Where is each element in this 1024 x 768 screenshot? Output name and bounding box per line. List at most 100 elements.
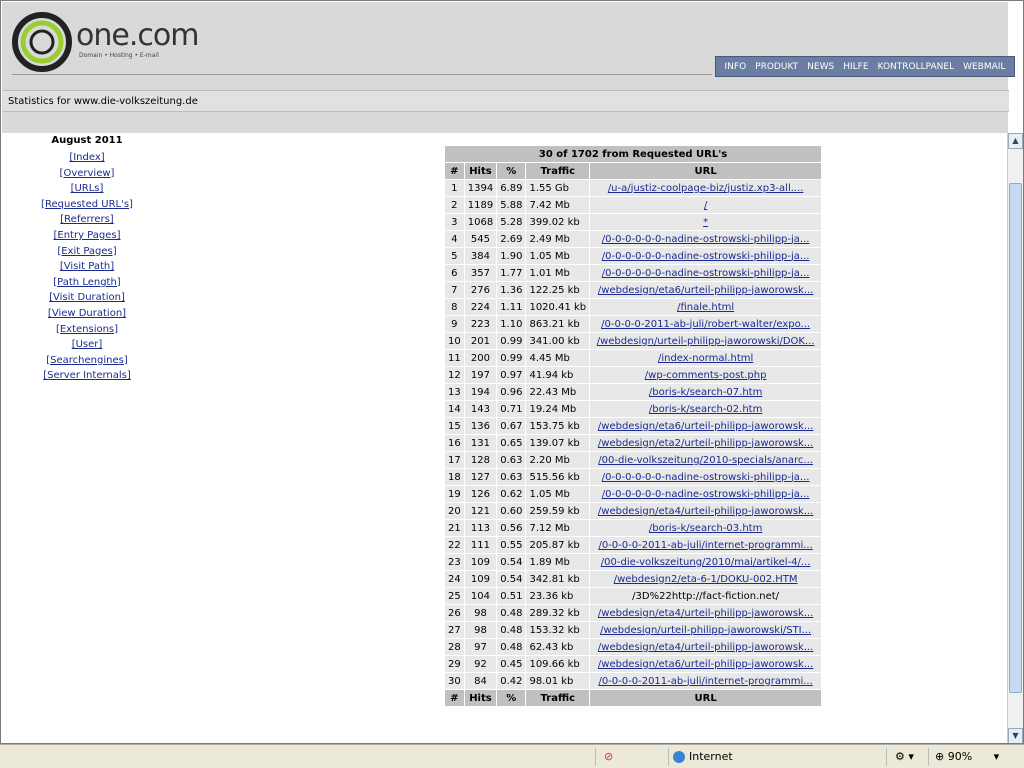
url-link[interactable]: /0-0-0-0-0-0-nadine-ostrowski-philipp-ja…: [602, 489, 810, 500]
requested-urls-table: 30 of 1702 from Requested URL's # Hits %…: [444, 145, 823, 707]
sidebar-link-entry-pages[interactable]: [Entry Pages]: [32, 228, 142, 244]
protected-mode-icon[interactable]: ⚙ ▾: [886, 748, 926, 766]
url-link[interactable]: /0-0-0-0-0-0-nadine-ostrowski-philipp-ja…: [602, 251, 810, 262]
nav-kontrollpanel[interactable]: KONTROLLPANEL: [878, 62, 955, 72]
table-row: 30 84 0.42 98.01 kb/0-0-0-0-2011-ab-juli/in…: [445, 673, 822, 689]
url-link[interactable]: /webdesign/eta2/urteil-philipp-jaworowsk…: [598, 438, 813, 449]
url-link[interactable]: /boris-k/search-03.htm: [649, 523, 762, 534]
url-link[interactable]: /webdesign/eta6/urteil-philipp-jaworowsk…: [598, 285, 813, 296]
cell-rank: 23: [445, 554, 464, 570]
cell-hits: 545: [464, 231, 497, 247]
brand-logo[interactable]: one.com Domain • Hosting • E-mail: [12, 12, 222, 72]
url-link[interactable]: /0-0-0-0-0-0-nadine-ostrowski-philipp-ja…: [602, 472, 810, 483]
nav-info[interactable]: INFO: [725, 62, 747, 72]
url-link[interactable]: /webdesign/urteil-philipp-jaworowski/STI…: [600, 625, 811, 636]
cell-traffic: 205.87 kb: [526, 537, 590, 553]
cell-hits: 84: [464, 673, 497, 689]
nav-news[interactable]: NEWS: [807, 62, 834, 72]
url-link[interactable]: /0-0-0-0-0-0-nadine-ostrowski-philipp-ja…: [602, 268, 810, 279]
cell-traffic: 259.59 kb: [526, 503, 590, 519]
cell-hits: 143: [464, 401, 497, 417]
cell-url: /: [590, 197, 822, 213]
sidebar-link-server-internals[interactable]: [Server Internals]: [32, 368, 142, 384]
cell-rank: 12: [445, 367, 464, 383]
scroll-down-icon[interactable]: ▼: [1008, 728, 1023, 743]
zoom-control[interactable]: ⊕ 90% ▾: [928, 748, 1022, 766]
cell-hits: 136: [464, 418, 497, 434]
sidebar-link-extensions[interactable]: [Extensions]: [32, 322, 142, 338]
table-row: 28 97 0.48 62.43 kb/webdesign/eta4/urteil-p…: [445, 639, 822, 655]
sidebar-link-view-duration[interactable]: [View Duration]: [32, 306, 142, 322]
col-header-traffic: Traffic: [526, 163, 590, 179]
sidebar-link-visit-duration[interactable]: [Visit Duration]: [32, 290, 142, 306]
url-link[interactable]: /00-die-volkszeitung/2010-specials/anarc…: [598, 455, 813, 466]
url-link[interactable]: /0-0-0-0-0-0-nadine-ostrowski-philipp-ja…: [602, 234, 810, 245]
url-link[interactable]: /0-0-0-0-2011-ab-juli/internet-programmi…: [598, 540, 812, 551]
url-link[interactable]: *: [703, 217, 708, 228]
cell-percent: 0.65: [497, 435, 526, 451]
url-link[interactable]: /webdesign/eta4/urteil-philipp-jaworowsk…: [598, 608, 813, 619]
url-link[interactable]: /0-0-0-0-2011-ab-juli/robert-walter/expo…: [601, 319, 810, 330]
cell-hits: 1068: [464, 214, 497, 230]
url-link[interactable]: /finale.html: [677, 302, 734, 313]
sidebar-link-searchengines[interactable]: [Searchengines]: [32, 353, 142, 369]
scroll-up-icon[interactable]: ▲: [1008, 133, 1023, 149]
sidebar-link-path-length[interactable]: [Path Length]: [32, 275, 142, 291]
url-link[interactable]: /boris-k/search-02.htm: [649, 404, 762, 415]
cell-url: /boris-k/search-02.htm: [590, 401, 822, 417]
table-row: 18 127 0.63 515.56 kb/0-0-0-0-0-0-nadine-os…: [445, 469, 822, 485]
cell-traffic: 23.36 kb: [526, 588, 590, 604]
url-link[interactable]: /webdesign/eta6/urteil-philipp-jaworowsk…: [598, 659, 813, 670]
url-link[interactable]: /webdesign/eta4/urteil-philipp-jaworowsk…: [598, 506, 813, 517]
url-link[interactable]: /wp-comments-post.php: [645, 370, 767, 381]
url-link[interactable]: /webdesign/eta6/urteil-philipp-jaworowsk…: [598, 421, 813, 432]
sidebar-link-requested-urls[interactable]: [Requested URL's]: [32, 197, 142, 213]
cell-traffic: 289.32 kb: [526, 605, 590, 621]
cell-percent: 0.67: [497, 418, 526, 434]
table-row: 13 194 0.96 22.43 Mb/boris-k/search-07.htm: [445, 384, 822, 400]
cell-hits: 276: [464, 282, 497, 298]
url-link[interactable]: /: [704, 200, 707, 211]
url-link[interactable]: /boris-k/search-07.htm: [649, 387, 762, 398]
sidebar-link-overview[interactable]: [Overview]: [32, 166, 142, 182]
sidebar-link-user[interactable]: [User]: [32, 337, 142, 353]
url-link[interactable]: /index-normal.html: [658, 353, 753, 364]
brand-tagline: Domain • Hosting • E-mail: [79, 52, 159, 59]
cell-traffic: 98.01 kb: [526, 673, 590, 689]
table-row: 25 104 0.51 23.36 kb/3D%22http://fact-ficti…: [445, 588, 822, 604]
cell-hits: 384: [464, 248, 497, 264]
url-link[interactable]: /webdesign/urteil-philipp-jaworowski/DOK…: [597, 336, 815, 347]
nav-hilfe[interactable]: HILFE: [843, 62, 868, 72]
privacy-icon[interactable]: ⊘: [595, 748, 665, 766]
cell-rank: 18: [445, 469, 464, 485]
nav-produkt[interactable]: PRODUKT: [755, 62, 798, 72]
cell-rank: 19: [445, 486, 464, 502]
sidebar-link-referrers[interactable]: [Referrers]: [32, 212, 142, 228]
cell-percent: 2.69: [497, 231, 526, 247]
col-footer-percent: %: [497, 690, 526, 706]
cell-traffic: 109.66 kb: [526, 656, 590, 672]
cell-traffic: 2.20 Mb: [526, 452, 590, 468]
table-caption: 30 of 1702 from Requested URL's: [445, 146, 822, 162]
table-row: 27 98 0.48 153.32 kb/webdesign/urteil-phili…: [445, 622, 822, 638]
chevron-down-icon[interactable]: ▾: [994, 750, 1000, 763]
url-link[interactable]: /webdesign/eta4/urteil-philipp-jaworowsk…: [598, 642, 813, 653]
url-link[interactable]: /u-a/justiz-coolpage-biz/justiz.xp3-all.…: [608, 183, 804, 194]
table-row: 26 98 0.48 289.32 kb/webdesign/eta4/urteil-…: [445, 605, 822, 621]
cell-percent: 0.48: [497, 605, 526, 621]
vertical-scrollbar[interactable]: ▲ ▼: [1007, 133, 1023, 743]
cell-rank: 30: [445, 673, 464, 689]
scroll-thumb[interactable]: [1009, 183, 1022, 693]
sidebar-link-exit-pages[interactable]: [Exit Pages]: [32, 244, 142, 260]
col-footer-traffic: Traffic: [526, 690, 590, 706]
sidebar-link-urls[interactable]: [URLs]: [32, 181, 142, 197]
sidebar-link-visit-path[interactable]: [Visit Path]: [32, 259, 142, 275]
cell-traffic: 2.49 Mb: [526, 231, 590, 247]
url-link[interactable]: /webdesign2/eta-6-1/DOKU-002.HTM: [614, 574, 798, 585]
url-link[interactable]: /0-0-0-0-2011-ab-juli/internet-programmi…: [598, 676, 812, 687]
url-link[interactable]: /00-die-volkszeitung/2010/mai/artikel-4/…: [601, 557, 811, 568]
sidebar-link-index[interactable]: [Index]: [32, 150, 142, 166]
cell-traffic: 399.02 kb: [526, 214, 590, 230]
cell-percent: 0.60: [497, 503, 526, 519]
nav-webmail[interactable]: WEBMAIL: [963, 62, 1005, 72]
